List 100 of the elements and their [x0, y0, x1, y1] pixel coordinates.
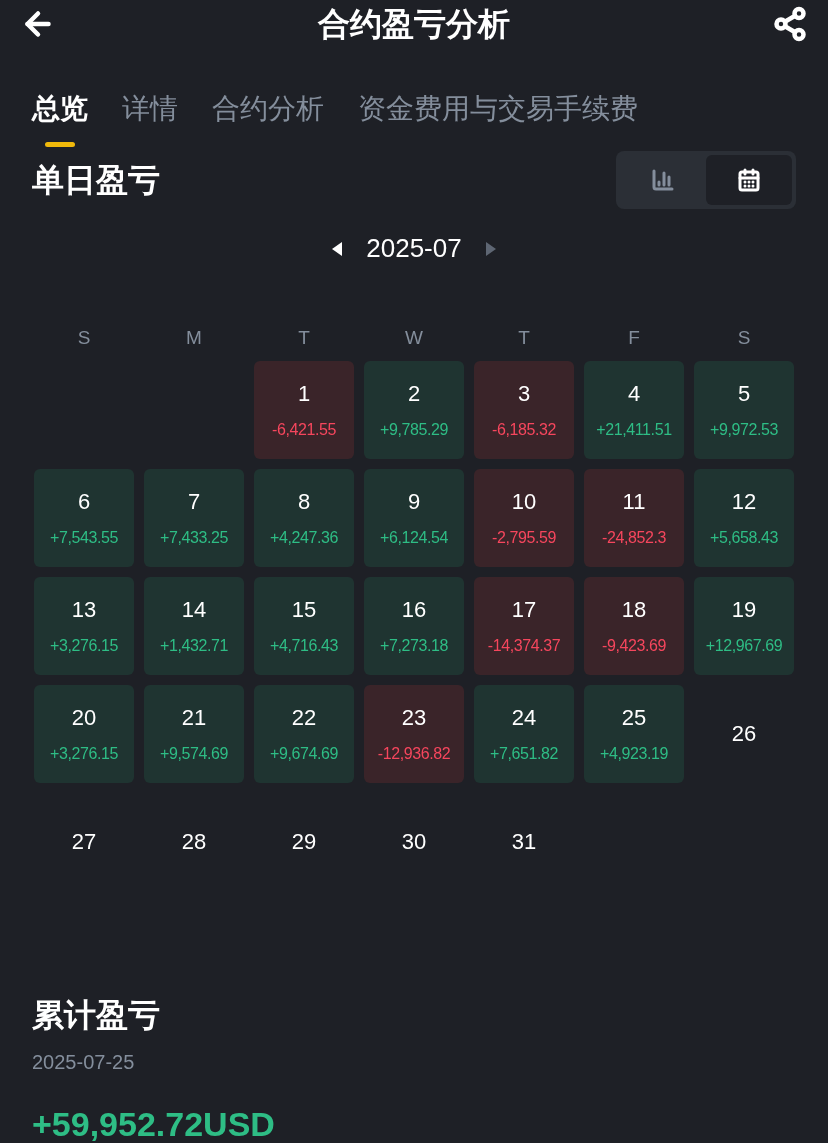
day-cell[interactable]: 7 +7,433.25	[144, 468, 244, 567]
day-number: 16	[401, 596, 427, 624]
day-cell[interactable]: 11 -24,852.3	[584, 468, 684, 567]
day-number: 17	[511, 596, 537, 624]
day-pnl: -14,374.37	[487, 636, 561, 656]
day-cell[interactable]: 21 +9,574.69	[144, 684, 244, 783]
day-cell[interactable]: 1 -6,421.55	[254, 360, 354, 459]
day-number: 3	[517, 380, 531, 408]
day-cell[interactable]: 6 +7,543.55	[34, 468, 134, 567]
day-pnl: +5,658.43	[710, 528, 778, 548]
day-number: 1	[297, 380, 311, 408]
day-number: 7	[187, 488, 201, 516]
month-label: 2025-07	[366, 232, 462, 265]
day-number[interactable]: 30	[401, 825, 427, 858]
day-number: 15	[291, 596, 317, 624]
day-cell[interactable]: 14 +1,432.71	[144, 576, 244, 675]
day-pnl: +9,785.29	[380, 420, 448, 440]
weekday-label: S	[736, 326, 752, 350]
day-cell[interactable]: 24 +7,651.82	[474, 684, 574, 783]
day-cell[interactable]: 15 +4,716.43	[254, 576, 354, 675]
weekday-label: M	[185, 326, 203, 350]
weekday-label: T	[517, 326, 531, 350]
day-pnl: +21,411.51	[596, 420, 672, 440]
day-cell[interactable]: 19 +12,967.69	[694, 576, 794, 675]
share-icon[interactable]	[772, 6, 808, 42]
tab[interactable]: 总览	[32, 88, 88, 147]
day-cell[interactable]: 22 +9,674.69	[254, 684, 354, 783]
day-cell[interactable]: 9 +6,124.54	[364, 468, 464, 567]
day-cell[interactable]: 20 +3,276.15	[34, 684, 134, 783]
day-pnl: +1,432.71	[160, 636, 228, 656]
day-pnl: +12,967.69	[705, 636, 783, 656]
view-button[interactable]	[706, 155, 792, 205]
day-pnl: -24,852.3	[602, 528, 666, 548]
day-pnl: +3,276.15	[50, 744, 118, 764]
day-pnl: -12,936.82	[377, 744, 451, 764]
day-number: 4	[627, 380, 641, 408]
day-number: 25	[621, 704, 647, 732]
day-number: 19	[731, 596, 757, 624]
day-number: 14	[181, 596, 207, 624]
day-number: 11	[622, 488, 646, 516]
day-number: 5	[737, 380, 751, 408]
day-number[interactable]: 31	[511, 825, 537, 858]
day-cell[interactable]: 3 -6,185.32	[474, 360, 574, 459]
next-month-icon[interactable]	[485, 241, 496, 256]
day-cell[interactable]: 25 +4,923.19	[584, 684, 684, 783]
day-number[interactable]: 27	[71, 825, 97, 858]
previous-month-icon[interactable]	[332, 241, 343, 256]
day-number: 21	[181, 704, 207, 732]
day-cell[interactable]: 12 +5,658.43	[694, 468, 794, 567]
calendar-icon	[737, 168, 761, 192]
day-pnl: -9,423.69	[602, 636, 666, 656]
day-cell[interactable]: 23 -12,936.82	[364, 684, 464, 783]
day-pnl: -2,795.59	[492, 528, 556, 548]
day-pnl: +7,651.82	[490, 744, 558, 764]
day-number: 6	[77, 488, 91, 516]
day-number: 8	[297, 488, 311, 516]
weekday-label: W	[404, 326, 424, 350]
tab[interactable]: 详情	[122, 88, 178, 147]
total-pnl: +59,952.72USD	[32, 1103, 276, 1143]
bar-chart-icon	[651, 168, 675, 192]
day-pnl: +7,543.55	[50, 528, 118, 548]
weekday-label: S	[76, 326, 92, 350]
page-title: 合约盈亏分析	[318, 5, 510, 44]
day-pnl: +4,716.43	[270, 636, 338, 656]
day-pnl: +6,124.54	[380, 528, 448, 548]
day-cell[interactable]: 8 +4,247.36	[254, 468, 354, 567]
day-number: 23	[401, 704, 427, 732]
day-number: 13	[71, 596, 97, 624]
day-cell[interactable]: 10 -2,795.59	[474, 468, 574, 567]
tab[interactable]: 合约分析	[212, 88, 324, 147]
day-number: 10	[511, 488, 537, 516]
day-cell[interactable]: 2 +9,785.29	[364, 360, 464, 459]
date-label: 2025-07-25	[32, 1049, 136, 1075]
day-number: 2	[407, 380, 421, 408]
day-cell[interactable]: 5 +9,972.53	[694, 360, 794, 459]
day-pnl: -6,421.55	[272, 420, 336, 440]
day-number: 24	[511, 704, 537, 732]
section-title: 单日盈亏	[32, 161, 160, 200]
section-title: 累计盈亏	[32, 995, 161, 1035]
day-cell[interactable]: 13 +3,276.15	[34, 576, 134, 675]
day-pnl: +4,923.19	[600, 744, 668, 764]
weekday-label: F	[627, 326, 641, 350]
day-number[interactable]: 28	[181, 825, 207, 858]
day-number: 18	[621, 596, 647, 624]
day-number: 22	[291, 704, 317, 732]
weekday-label: T	[297, 326, 311, 350]
day-number: 9	[407, 488, 421, 516]
tab[interactable]: 资金费用与交易手续费	[358, 88, 638, 147]
day-cell[interactable]: 18 -9,423.69	[584, 576, 684, 675]
day-pnl: +9,674.69	[270, 744, 338, 764]
day-number[interactable]: 26	[731, 717, 757, 750]
day-pnl: +7,273.18	[380, 636, 448, 656]
day-cell[interactable]: 4 +21,411.51	[584, 360, 684, 459]
day-pnl: +4,247.36	[270, 528, 338, 548]
day-pnl: -6,185.32	[492, 420, 556, 440]
day-number[interactable]: 29	[291, 825, 317, 858]
day-number: 20	[71, 704, 97, 732]
day-cell[interactable]: 16 +7,273.18	[364, 576, 464, 675]
day-cell[interactable]: 17 -14,374.37	[474, 576, 574, 675]
day-pnl: +7,433.25	[160, 528, 228, 548]
